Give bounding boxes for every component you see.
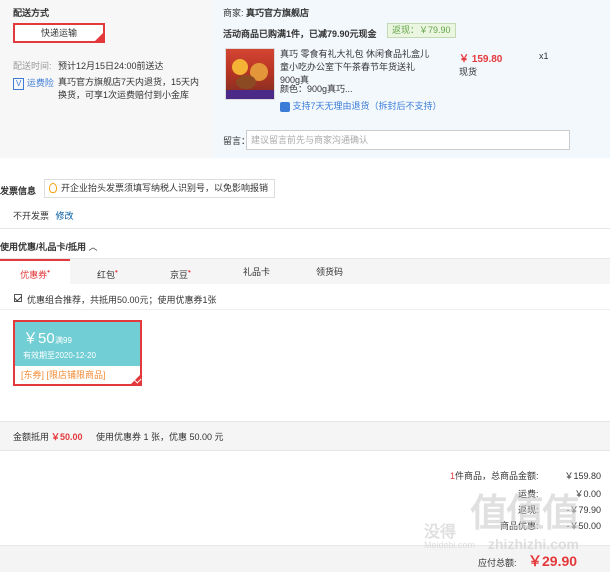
shipping-title: 配送方式 [13, 8, 50, 18]
order-detail-column: 商家: 真巧官方旗舰店 活动商品已购满1件，已减79.90元现金 返现：￥79.… [213, 0, 610, 158]
invoice-title: 发票信息 [0, 186, 37, 196]
delivery-time-value: 预计12月15日24:00前送达 [58, 61, 164, 71]
merchant-name[interactable]: 真巧官方旗舰店 [246, 8, 309, 18]
return-guarantee-icon [280, 101, 290, 112]
tab-jingdou[interactable]: 京豆• [170, 259, 191, 285]
cashback-tag: 返现：￥79.90 [387, 23, 456, 38]
guarantee-text: 支持7天无理由退货 [292, 101, 370, 111]
coupon-condition: 满99 [55, 336, 72, 345]
goods-total: ￥159.80 [564, 471, 601, 481]
color-label: 颜色： [280, 84, 308, 94]
summary-count-row: 1件商品，总商品金额: ￥159.80 [360, 469, 601, 482]
invoice-tip: 开企业抬头发票须填写纳税人识别号，以免影响报销 [44, 179, 276, 198]
discount-amount: ￥50.00 [51, 432, 83, 442]
product-quantity: x1 [539, 51, 549, 61]
delivery-time-label: 配送时间: [13, 61, 52, 71]
express-shipping-label: 快递运输 [40, 28, 77, 38]
invoice-tip-text: 开企业抬头发票须填写纳税人识别号，以免影响报销 [61, 183, 269, 193]
merchant-label: 商家: [223, 8, 244, 18]
coupon-amount: ￥50 [23, 330, 55, 347]
lightbulb-icon [49, 183, 57, 193]
item-count-suffix: 件商品，总商品金额: [454, 471, 539, 481]
payable-label: 应付总额: [478, 558, 517, 568]
discount-label: 金额抵用 [13, 432, 50, 442]
product-color: 颜色：900g真巧... [280, 82, 353, 95]
combo-recommend: 优惠组合推荐，共抵用50.00元；使用优惠券1张 [14, 293, 217, 306]
chevron-up-icon: ︿ [88, 242, 98, 252]
coupon-section-title[interactable]: 使用优惠/礼品卡/抵用 ︿ [0, 240, 98, 253]
insurance-tag: 运费险 [26, 78, 54, 88]
coupon-tabs: 优惠券• 红包• 京豆• 礼品卡 领货码 [0, 258, 610, 285]
combo-text: 优惠组合推荐，共抵用50.00元；使用优惠券1张 [27, 295, 217, 305]
product-thumbnail[interactable] [225, 48, 275, 100]
watermark-url: zhizhizhi.com [488, 536, 579, 552]
insurance-badge: V 运费险 [13, 76, 54, 90]
express-shipping-button[interactable]: 快递运输 [13, 23, 105, 43]
watermark-url2: Meidebi.com [424, 540, 476, 550]
tab-gift-card[interactable]: 礼品卡 [243, 259, 270, 285]
guarantee-note: （拆封后不支持） [369, 101, 442, 111]
tab-coupons[interactable]: 优惠券• [0, 259, 70, 285]
guarantee-line: 支持7天无理由退货（拆封后不支持） [280, 99, 442, 112]
invoice-current: 不开发票 [13, 211, 50, 221]
merchant-line: 商家: 真巧官方旗舰店 [223, 6, 309, 19]
insurance-text: 真巧官方旗舰店7天内退货，15天内换货，可享1次运费赔付到小金库 [58, 77, 200, 100]
stock-status: 现货 [459, 67, 478, 77]
coupon-card[interactable]: ￥50 满99 有效期至2020-12-20 [东券] [限店铺限商品] [13, 320, 142, 386]
discount-detail: 使用优惠券 1 张，优惠 50.00 元 [96, 432, 224, 442]
combo-checkbox[interactable] [14, 294, 22, 302]
product-price: ￥ 159.80 [459, 54, 503, 65]
promo-text: 活动商品已购满1件，已减79.90元现金 [223, 29, 377, 39]
tab-red-packets[interactable]: 红包• [97, 259, 118, 285]
watermark-logo: 值值值 [470, 493, 580, 535]
shipping-column: 配送方式 快递运输 配送时间: 预计12月15日24:00前送达 V 运费险 真… [0, 0, 213, 158]
coupon-section-label: 使用优惠/礼品卡/抵用 [0, 242, 87, 252]
invoice-status: 不开发票 修改 [13, 209, 74, 222]
coupon-validity: 有效期至2020-12-20 [23, 351, 96, 360]
shield-icon: V [13, 78, 25, 90]
discount-bar: 金额抵用 ￥50.00 使用优惠券 1 张，优惠 50.00 元 [0, 421, 610, 451]
color-value: 900g真巧... [307, 84, 353, 94]
watermark-sub: 没得 [424, 524, 457, 541]
divider [0, 228, 610, 229]
coupon-tags: [东券] [限店铺限商品] [21, 370, 106, 380]
message-input[interactable]: 建议留言前先与商家沟通确认 [246, 130, 570, 150]
invoice-edit-link[interactable]: 修改 [56, 211, 74, 221]
tab-redeem-code[interactable]: 领货码 [316, 259, 343, 285]
coupon-card-head: ￥50 满99 有效期至2020-12-20 [15, 322, 140, 366]
payable-value: ￥29.90 [528, 553, 578, 569]
